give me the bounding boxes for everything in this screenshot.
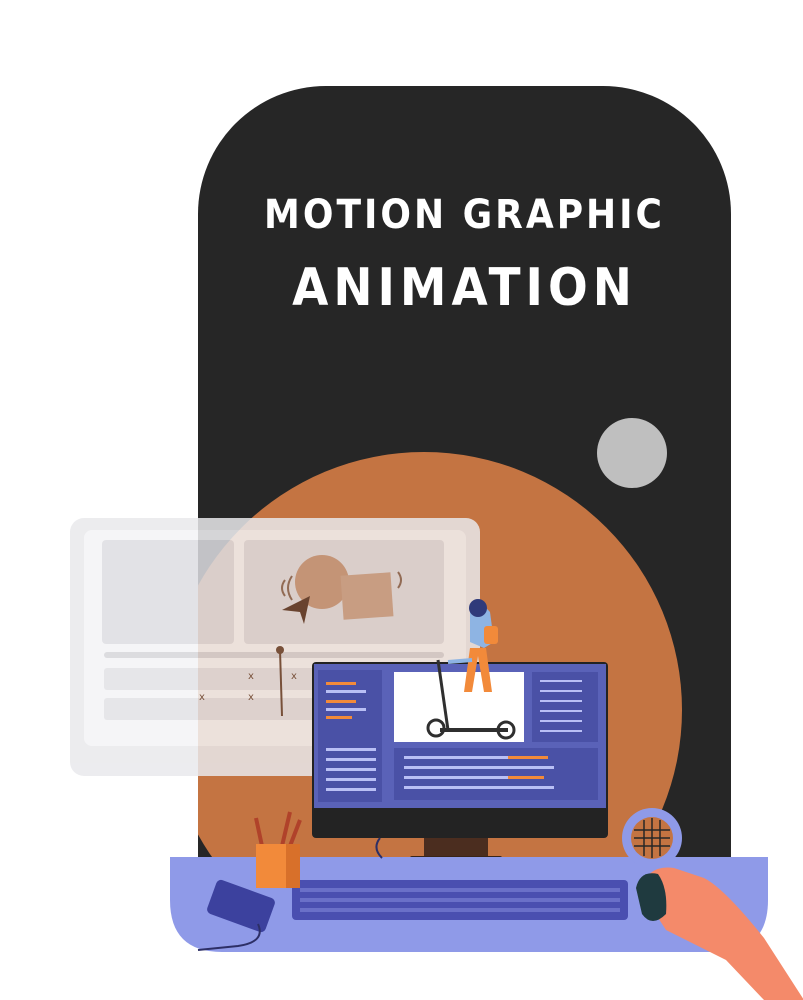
svg-text:x: x — [199, 692, 205, 703]
svg-text:x: x — [248, 692, 254, 703]
illustration-scene: x x x x — [70, 452, 803, 1000]
svg-text:x: x — [248, 671, 254, 682]
monitor — [312, 662, 608, 864]
waffle-ball-icon — [622, 808, 682, 868]
editor-square-shape — [340, 572, 394, 620]
keyboard-icon — [292, 880, 628, 920]
svg-text:x: x — [291, 671, 297, 682]
